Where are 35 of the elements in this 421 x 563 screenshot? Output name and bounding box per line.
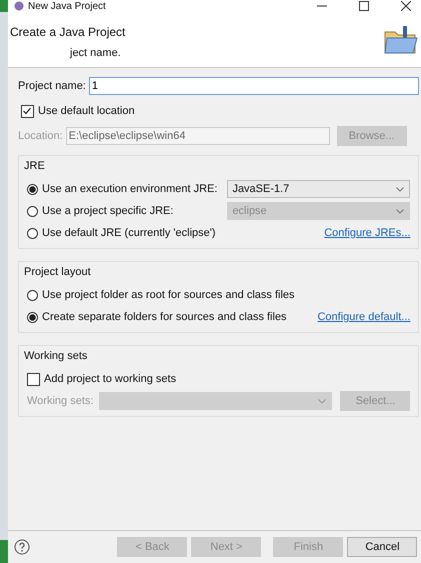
field-label: Location: (18, 130, 63, 142)
checkbox[interactable] (21, 104, 34, 118)
radio-button[interactable] (27, 184, 38, 194)
radio-button[interactable] (27, 228, 38, 238)
close-icon[interactable] (401, 1, 412, 11)
group-title: Project layout (24, 266, 92, 278)
folder-icon (383, 24, 420, 56)
radio-button[interactable] (27, 312, 38, 322)
link[interactable]: Configure JREs... (324, 227, 410, 239)
window-title: New Java Project (28, 0, 106, 12)
chevron-icon (396, 186, 404, 192)
radio-label: Use default JRE (currently 'eclipse') (42, 227, 216, 239)
help-icon[interactable] (14, 539, 30, 555)
dropdown[interactable]: JavaSE-1.7 (227, 180, 410, 198)
page-title: Create a Java Project (10, 24, 126, 38)
link[interactable]: Configure default... (317, 311, 410, 323)
checkbox-label: Use default location (38, 105, 135, 117)
radio-label: Use an execution environment JRE: (42, 183, 218, 195)
checkbox-label: Add project to working sets (44, 373, 176, 385)
group-title: Working sets (24, 350, 88, 362)
field-label: Project name: (18, 80, 86, 92)
project-name-field[interactable]: 1 (88, 77, 420, 95)
wizard-button[interactable]: Cancel (347, 537, 418, 557)
radio-label: Create separate folders for sources and class files (42, 311, 287, 323)
radio-button[interactable] (27, 206, 38, 216)
chevron-icon (396, 208, 404, 214)
page-description: ject name. (68, 46, 122, 58)
radio-button[interactable] (27, 290, 38, 300)
chevron-icon (318, 398, 326, 404)
checkbox[interactable] (27, 372, 40, 386)
group-title: JRE (24, 160, 46, 172)
radio-label: Use a project specific JRE: (42, 205, 174, 217)
maximize-icon[interactable] (359, 1, 370, 11)
radio-label: Use project folder as root for sources and class files (42, 289, 295, 301)
field-label: Working sets: (27, 395, 94, 407)
